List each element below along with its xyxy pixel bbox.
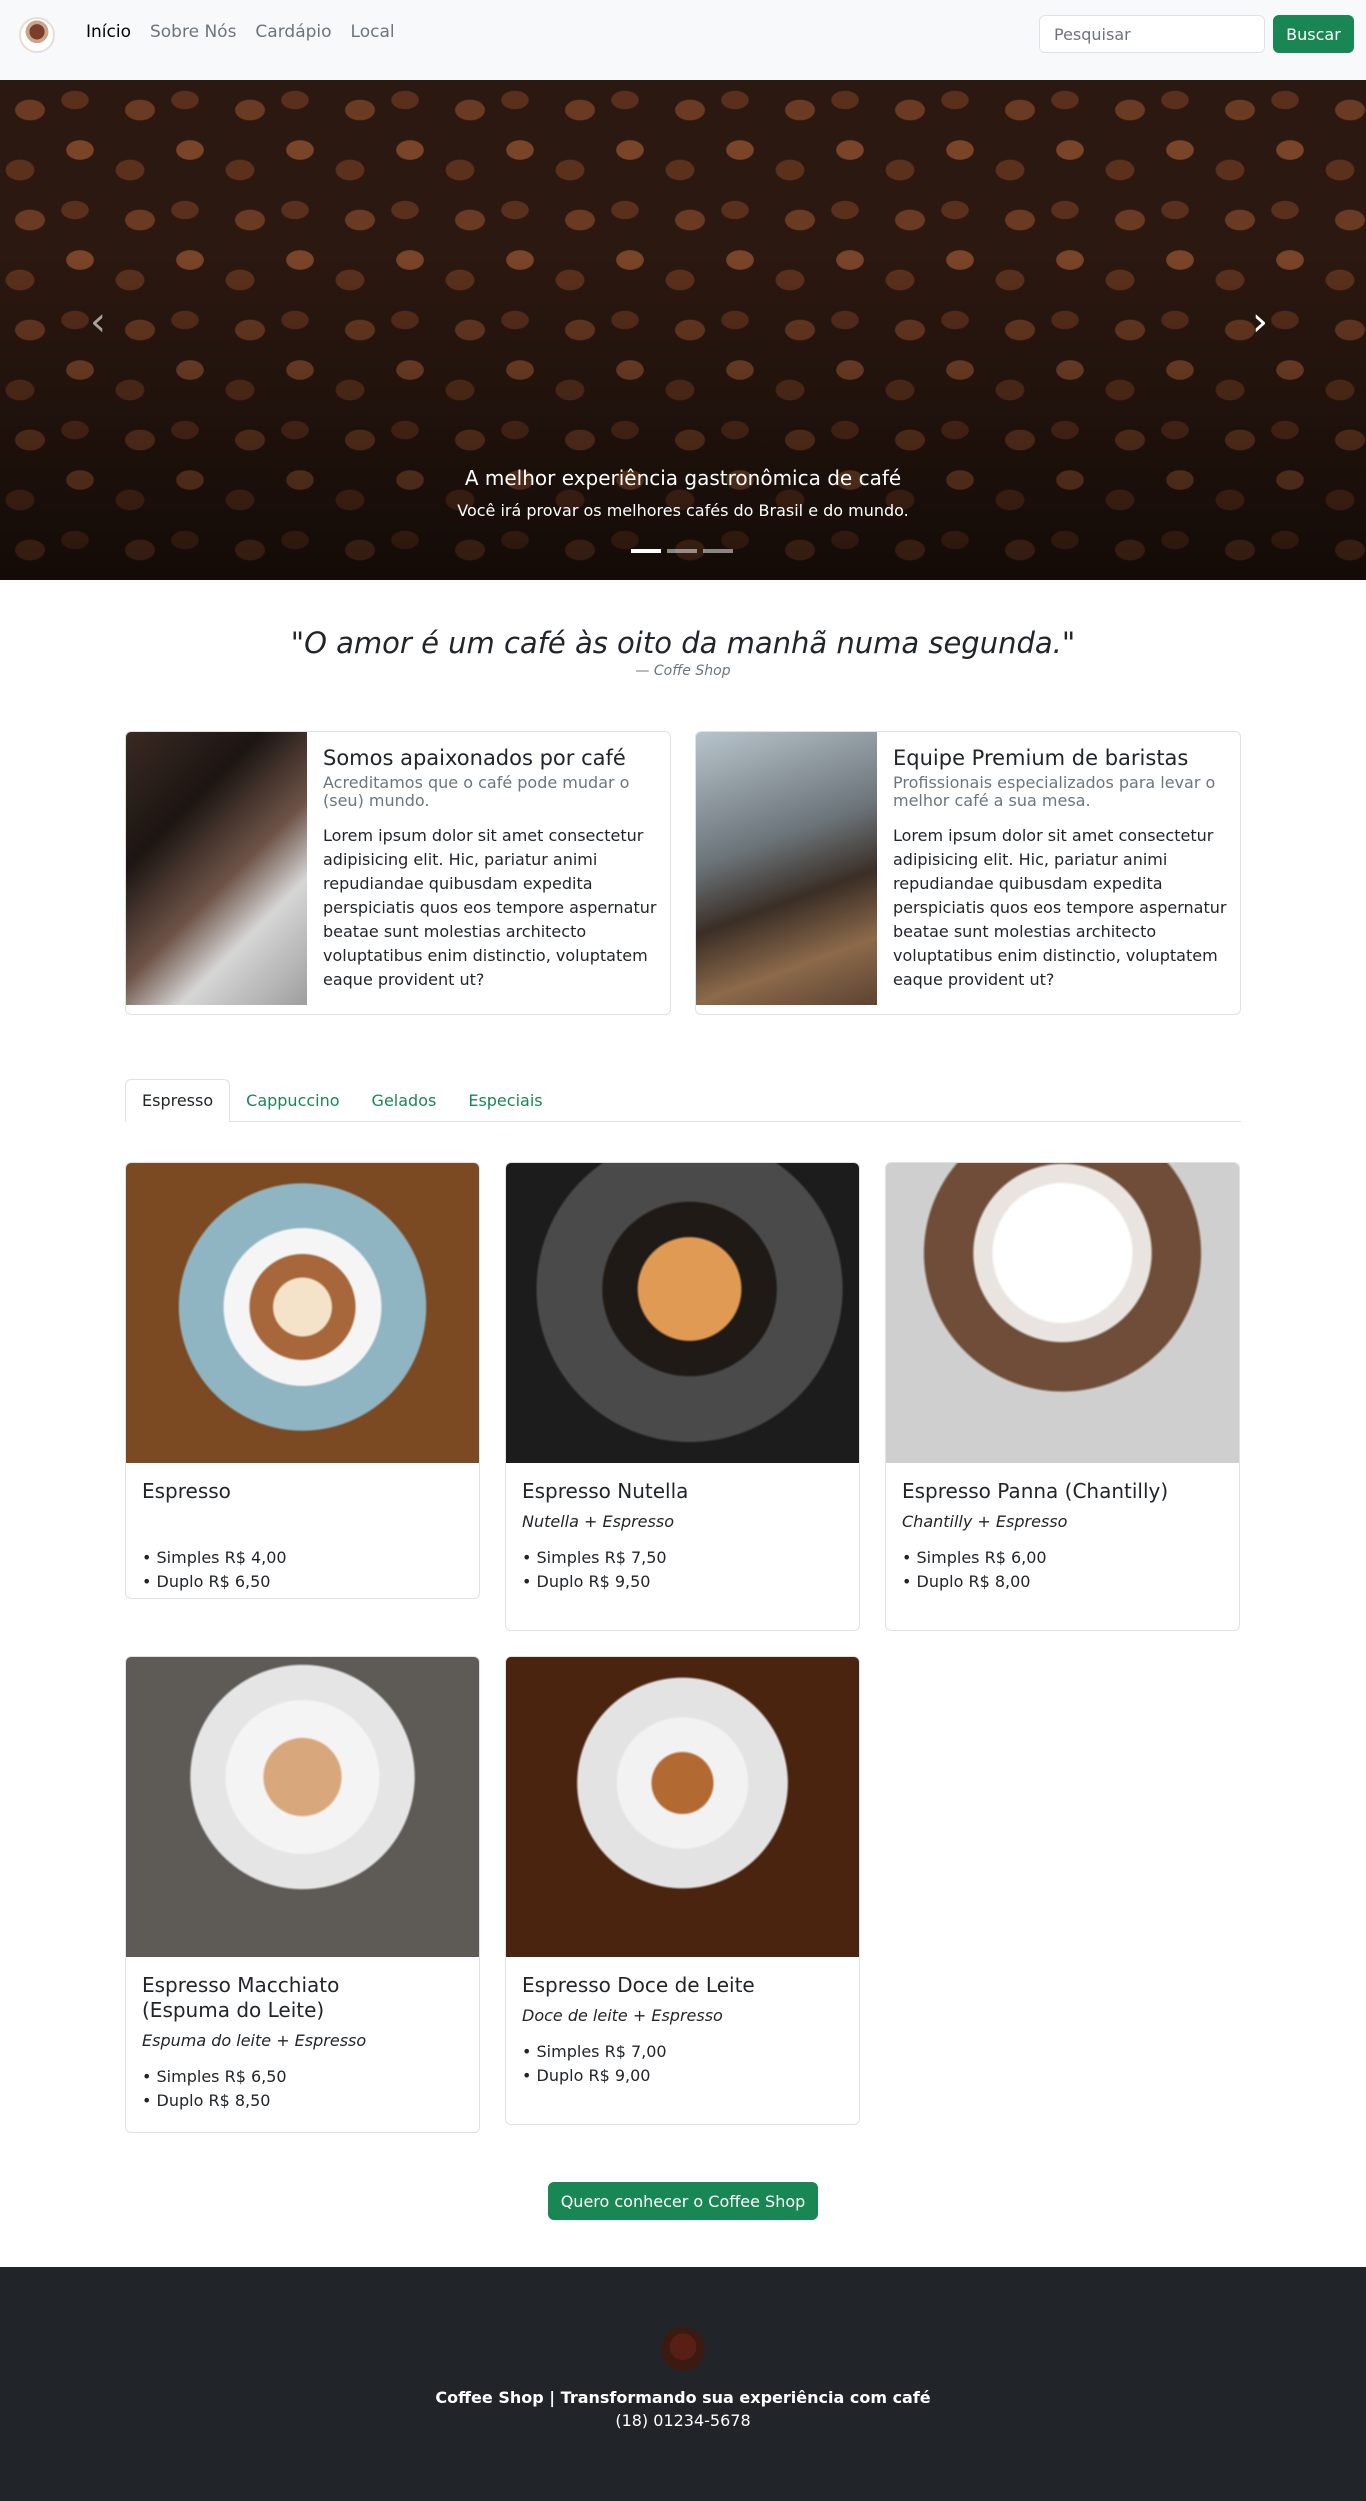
feature-text: Lorem ipsum dolor sit amet consectetur a…: [323, 826, 657, 989]
product-name: Espresso: [142, 1479, 231, 1503]
price-duplo: • Duplo R$ 9,00: [522, 2066, 651, 2085]
price-duplo: • Duplo R$ 8,00: [902, 1572, 1031, 1591]
carousel-subtitle: Você irá provar os melhores cafés do Bra…: [457, 501, 909, 520]
product-name: Espresso Macchiato (Espuma do Leite): [142, 1973, 340, 2022]
coffee-logo-icon[interactable]: [19, 17, 55, 53]
price-simples: • Simples R$ 4,00: [142, 1548, 287, 1567]
product-name: Espresso Nutella: [522, 1479, 689, 1503]
tab-cappuccino[interactable]: Cappuccino: [230, 1079, 355, 1122]
barista-image: [696, 732, 877, 1005]
coffee-pour-image: [126, 732, 307, 1005]
nav-link-cardapio[interactable]: Cardápio: [255, 22, 331, 42]
product-card-doce-de-leite: Espresso Doce de Leite Doce de leite + E…: [505, 1656, 860, 2125]
footer: Coffee Shop | Transformando sua experiên…: [0, 2267, 1366, 2501]
carousel-prev-icon[interactable]: ‹: [90, 302, 106, 342]
tab-espresso[interactable]: Espresso: [125, 1079, 231, 1122]
search-button[interactable]: Buscar: [1273, 15, 1354, 53]
price-simples: • Simples R$ 7,50: [522, 1548, 667, 1567]
price-duplo: • Duplo R$ 6,50: [142, 1572, 271, 1591]
product-card-nutella: Espresso Nutella Nutella + Espresso • Si…: [505, 1162, 860, 1631]
product-image: [886, 1163, 1239, 1463]
product-description: Espuma do leite + Espresso: [142, 2031, 367, 2050]
menu-tabs: Espresso Cappuccino Gelados Especiais: [125, 1079, 1241, 1122]
product-description: Doce de leite + Espresso: [522, 2006, 723, 2025]
price-list: • Simples R$ 7,00 • Duplo R$ 9,00: [522, 2040, 843, 2088]
cta-button[interactable]: Quero conhecer o Coffee Shop: [548, 2182, 818, 2220]
tab-especiais[interactable]: Especiais: [452, 1079, 558, 1122]
search-input[interactable]: [1039, 15, 1265, 53]
product-name: Espresso Panna (Chantilly): [902, 1479, 1169, 1503]
product-image: [126, 1163, 479, 1463]
nav-link-sobre-nos[interactable]: Sobre Nós: [150, 22, 236, 42]
quote-source: — Coffe Shop: [635, 663, 731, 679]
navbar: Início Sobre Nós Cardápio Local Buscar: [0, 0, 1366, 80]
product-description: Chantilly + Espresso: [902, 1512, 1068, 1531]
product-card-panna: Espresso Panna (Chantilly) Chantilly + E…: [885, 1162, 1240, 1631]
tab-gelados[interactable]: Gelados: [356, 1079, 453, 1122]
carousel-indicator-2[interactable]: [667, 549, 697, 553]
product-name: Espresso Doce de Leite: [522, 1973, 755, 1997]
nav-links: Início Sobre Nós Cardápio Local: [86, 22, 395, 42]
feature-title: Equipe Premium de baristas: [893, 746, 1189, 770]
product-description: [142, 1512, 463, 1531]
feature-text: Lorem ipsum dolor sit amet consectetur a…: [893, 826, 1227, 989]
price-simples: • Simples R$ 6,00: [902, 1548, 1047, 1567]
product-description: Nutella + Espresso: [522, 1512, 674, 1531]
product-image: [506, 1657, 859, 1957]
price-duplo: • Duplo R$ 8,50: [142, 2091, 271, 2110]
quote-text: "O amor é um café às oito da manhã numa …: [290, 626, 1076, 660]
carousel-title: A melhor experiência gastronômica de caf…: [464, 466, 902, 490]
carousel-indicators: [631, 549, 733, 553]
product-card-macchiato: Espresso Macchiato (Espuma do Leite) Esp…: [125, 1656, 480, 2133]
carousel-indicator-3[interactable]: [703, 549, 733, 553]
product-image: [126, 1657, 479, 1957]
product-card-espresso: Espresso • Simples R$ 4,00 • Duplo R$ 6,…: [125, 1162, 480, 1599]
product-image: [506, 1163, 859, 1463]
price-list: • Simples R$ 6,00 • Duplo R$ 8,00: [902, 1546, 1223, 1594]
price-list: • Simples R$ 7,50 • Duplo R$ 9,50: [522, 1546, 843, 1594]
nav-link-local[interactable]: Local: [351, 22, 395, 42]
nav-link-inicio[interactable]: Início: [86, 22, 131, 42]
carousel-indicator-1[interactable]: [631, 549, 661, 553]
feature-subtitle: Acreditamos que o café pode mudar o (seu…: [323, 773, 630, 810]
price-duplo: • Duplo R$ 9,50: [522, 1572, 651, 1591]
feature-card-baristas: Equipe Premium de baristas Profissionais…: [695, 731, 1241, 1015]
footer-title: Coffee Shop | Transformando sua experiên…: [435, 2388, 931, 2407]
footer-logo-icon: [661, 2327, 705, 2371]
price-list: • Simples R$ 6,50 • Duplo R$ 8,50: [142, 2065, 463, 2113]
footer-phone: (18) 01234-5678: [615, 2411, 751, 2430]
carousel-next-icon[interactable]: ›: [1252, 302, 1268, 342]
price-simples: • Simples R$ 6,50: [142, 2067, 287, 2086]
price-list: • Simples R$ 4,00 • Duplo R$ 6,50: [142, 1546, 463, 1594]
hero-carousel: ‹ › A melhor experiência gastronômica de…: [0, 80, 1366, 580]
feature-title: Somos apaixonados por café: [323, 746, 626, 770]
feature-card-passion: Somos apaixonados por café Acreditamos q…: [125, 731, 671, 1015]
price-simples: • Simples R$ 7,00: [522, 2042, 667, 2061]
feature-subtitle: Profissionais especializados para levar …: [893, 773, 1216, 810]
